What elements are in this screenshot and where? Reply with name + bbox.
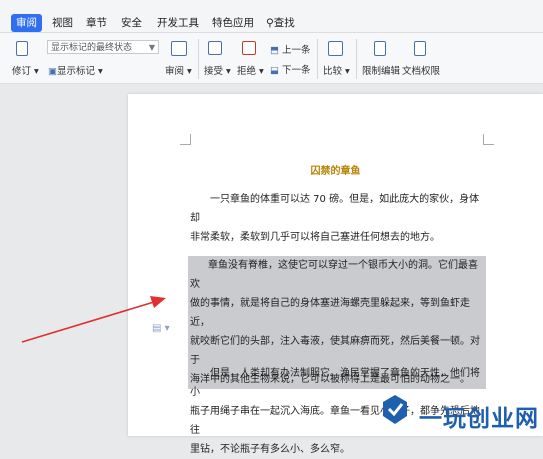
search-icon: ⚲ — [266, 17, 274, 29]
restrict-editing-button[interactable]: 限制编辑 — [362, 63, 400, 77]
chevron-down-icon: ▼ — [148, 43, 155, 52]
divider — [317, 39, 318, 79]
watermark-text: 一玩创业网 — [419, 406, 539, 432]
reject-icon — [242, 41, 256, 55]
watermark-logo-icon — [383, 395, 407, 424]
document-permission-button[interactable]: 文档权限 — [402, 63, 440, 77]
tab-security[interactable]: 安全 — [121, 15, 142, 31]
text-line: 章鱼没有脊椎，这使它可以穿过一个银币大小的洞。它们最喜欢 — [190, 260, 478, 290]
document-permission-icon — [414, 41, 426, 56]
text-line: 非常柔软，柔软到几乎可以将自己塞进任何想去的地方。 — [190, 232, 440, 243]
divider — [198, 39, 199, 79]
markup-state-value: 显示标记的最终状态 — [51, 43, 133, 53]
show-markup-button[interactable]: ▣显示标记 ▾ — [48, 63, 103, 77]
tab-section[interactable]: 章节 — [86, 15, 107, 31]
restrict-editing-icon — [374, 41, 386, 56]
accept-icon — [208, 41, 222, 55]
track-changes-icon — [16, 41, 28, 56]
review-button[interactable]: 审阅 ▾ — [165, 63, 192, 77]
document-page[interactable]: 囚禁的章鱼 一只章鱼的体重可以达 70 磅。但是，如此庞大的家伙，身体却 非常柔… — [128, 94, 543, 455]
paragraph-handle-icon[interactable]: ▤ ▾ — [152, 323, 170, 334]
markup-icon: ▣ — [48, 66, 57, 77]
text-line: 但是，人类却有办法制服它。渔民掌握了章鱼的天性，他们将小 — [190, 368, 480, 398]
review-ribbon: 修订 ▾ 显示标记的最终状态 ▼ ▣显示标记 ▾ 审阅 ▾ 接受 ▾ 拒绝 ▾ … — [0, 33, 543, 84]
document-title: 囚禁的章鱼 — [310, 166, 361, 177]
tab-find[interactable]: ⚲查找 — [266, 15, 295, 31]
markup-state-select[interactable]: 显示标记的最终状态 ▼ — [47, 40, 159, 54]
compare-icon — [328, 41, 343, 56]
next-icon: ⬓ — [270, 65, 279, 76]
review-pane-icon — [171, 41, 187, 56]
margin-corner-mark — [180, 134, 191, 145]
tab-developer[interactable]: 开发工具 — [157, 15, 199, 31]
divider — [356, 39, 357, 79]
tab-special-apps[interactable]: 特色应用 — [212, 15, 254, 31]
text-line: 里钻，不论瓶子有多么小、多么窄。 — [190, 444, 350, 455]
tab-review[interactable]: 审阅 — [11, 14, 42, 32]
previous-change-button[interactable]: ⬒ 上一条 — [270, 42, 311, 56]
previous-icon: ⬒ — [270, 45, 279, 56]
ribbon-tab-bar: 审阅 视图 章节 安全 开发工具 特色应用 ⚲查找 — [0, 0, 543, 33]
accept-button[interactable]: 接受 ▾ — [204, 63, 231, 77]
reject-button[interactable]: 拒绝 ▾ — [237, 63, 264, 77]
text-line: 一只章鱼的体重可以达 70 磅。但是，如此庞大的家伙，身体却 — [190, 194, 480, 224]
tab-find-label: 查找 — [273, 17, 295, 29]
tab-view[interactable]: 视图 — [52, 15, 73, 31]
track-changes-button[interactable]: 修订 ▾ — [12, 63, 39, 77]
next-change-button[interactable]: ⬓ 下一条 — [270, 62, 311, 76]
text-line: 做的事情，就是将自己的身体塞进海螺壳里躲起来，等到鱼虾走近， — [190, 298, 470, 328]
margin-corner-mark — [483, 134, 494, 145]
compare-button[interactable]: 比较 ▾ — [323, 63, 350, 77]
paragraph-1[interactable]: 一只章鱼的体重可以达 70 磅。但是，如此庞大的家伙，身体却 非常柔软，柔软到几… — [190, 190, 482, 247]
